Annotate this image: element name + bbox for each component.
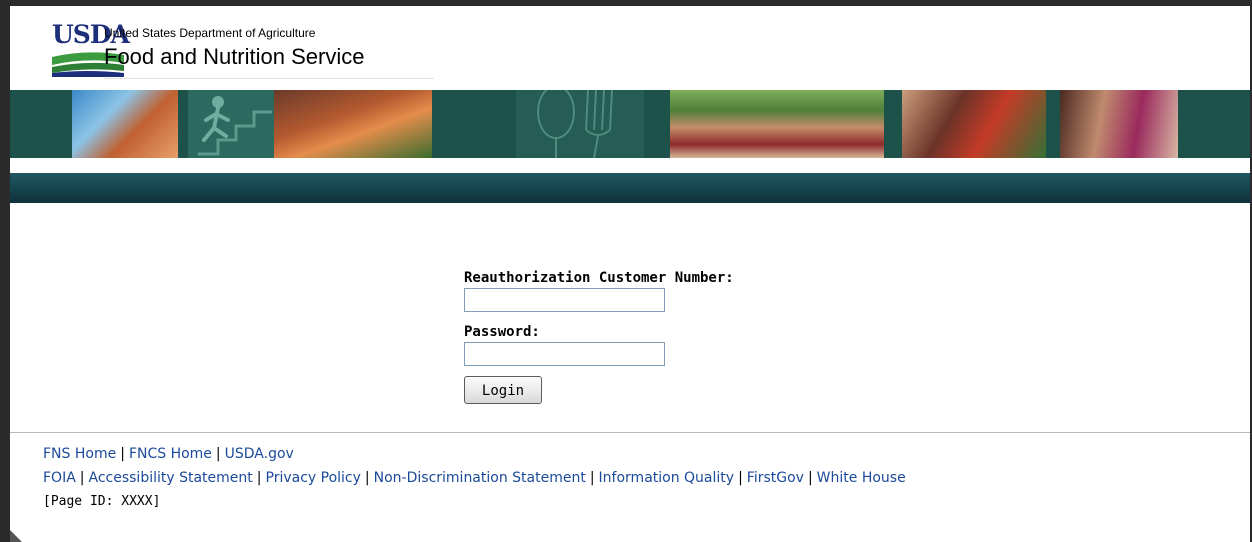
fns-home-link[interactable]: FNS Home [43,446,116,462]
agency-name: United States Department of Agriculture [104,26,316,40]
service-name: Food and Nutrition Service [104,44,365,69]
window-corner [10,530,22,542]
non-discrimination-statement-link[interactable]: Non-Discrimination Statement [374,470,586,486]
link-separator: | [364,470,370,486]
family-picnic-photo [670,90,884,158]
footer-links-secondary: FOIA | Accessibility Statement | Privacy Pol… [43,466,906,490]
login-form: Reauthorization Customer Number: Passwor… [464,268,864,404]
link-separator: | [589,470,595,486]
information-quality-link[interactable]: Information Quality [599,470,735,486]
site-footer: FNS Home | FNCS Home | USDA.gov FOIA | Accessi… [43,442,906,514]
browser-page: USDA United States Department of Agricul… [10,6,1250,542]
fncs-home-link[interactable]: FNCS Home [129,446,212,462]
privacy-policy-link[interactable]: Privacy Policy [266,470,361,486]
white-house-link[interactable]: White House [817,470,906,486]
link-separator: | [79,470,85,486]
usda-gov-link[interactable]: USDA.gov [225,446,294,462]
link-separator: | [215,446,221,462]
link-separator: | [120,446,125,462]
accessibility-statement-link[interactable]: Accessibility Statement [89,470,253,486]
mother-daughter-computer-photo [1060,90,1178,158]
login-button[interactable]: Login [464,376,542,404]
photo-banner [10,90,1250,158]
firstgov-link[interactable]: FirstGov [747,470,804,486]
exercise-stairs-icon [188,90,274,158]
page-id: [Page ID: XXXX] [43,494,161,509]
family-grocery-photo [902,90,1046,158]
password-input[interactable] [464,342,665,366]
header-divider [104,78,434,79]
footer-divider [10,432,1250,433]
kids-basketball-photo [72,90,178,158]
kids-playing-photo [274,90,432,158]
customer-number-input[interactable] [464,288,665,312]
customer-number-label: Reauthorization Customer Number: [464,270,734,286]
foia-link[interactable]: FOIA [43,470,76,486]
navigation-bar [10,173,1250,203]
footer-links-primary: FNS Home | FNCS Home | USDA.gov [43,442,906,466]
fork-spoon-icon [516,90,644,158]
password-label: Password: [464,324,540,340]
link-separator: | [738,470,743,486]
link-separator: | [807,470,813,486]
link-separator: | [256,470,262,486]
site-header: USDA United States Department of Agricul… [10,6,1250,86]
